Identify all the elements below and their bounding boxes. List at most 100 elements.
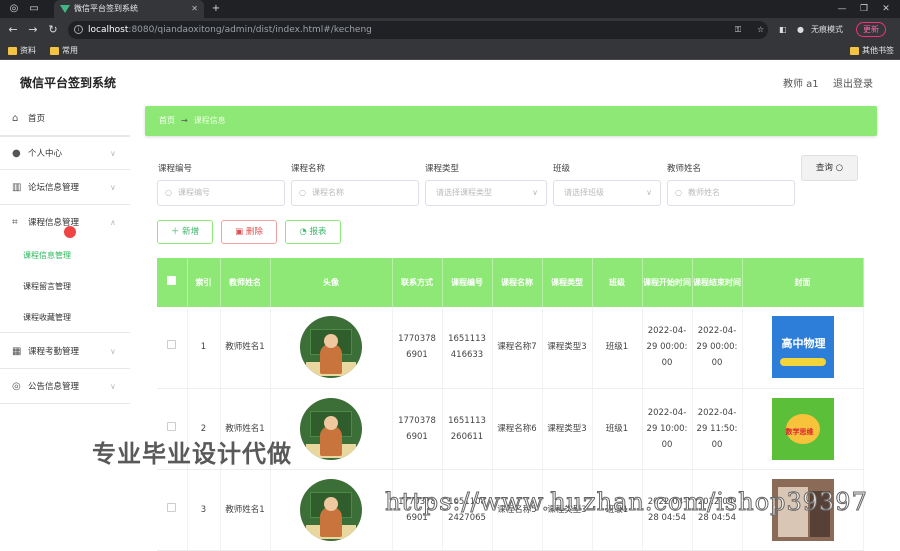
key-icon[interactable]: ⚿ (735, 22, 741, 38)
row-course-no: 1651113416633 (442, 307, 493, 389)
minimize-icon[interactable]: — (830, 0, 854, 18)
submenu-course-favorites[interactable]: 课程收藏管理 (0, 303, 130, 333)
reload-icon[interactable]: ↻ (46, 23, 60, 37)
chevron-down-icon: ∨ (110, 183, 116, 192)
row-index: 1 (187, 307, 221, 389)
app-header: 微信平台签到系统 教师 a1 退出登录 (0, 60, 900, 102)
browser-tab-strip: ◎ ▭ 微信平台签到系统 ✕ + — ❐ ✕ (0, 0, 900, 18)
row-teacher: 教师姓名1 (220, 307, 271, 389)
submenu-course-messages[interactable]: 课程留言管理 (0, 272, 130, 302)
course-no-label: 课程编号 (158, 164, 193, 174)
row-course-type: 课程类型3 (542, 388, 593, 470)
incognito-label: 无痕模式 (811, 25, 843, 34)
sidebar-item-attendance[interactable]: ▦ 课程考勤管理 ∨ (0, 335, 130, 369)
table-row[interactable]: 1 教师姓名1 17703786901 1651113416633 课程名称7 … (157, 307, 864, 389)
other-bookmarks[interactable]: 其他书签 (850, 45, 894, 57)
column-header[interactable]: 课程编号 (442, 258, 493, 307)
column-header[interactable]: 头像 (270, 258, 393, 307)
sidebar-item-home[interactable]: ⌂ 首页 (0, 102, 130, 136)
submenu-course-info[interactable]: 课程信息管理 (0, 241, 130, 271)
sidebar-item-profile[interactable]: ● 个人中心 ∨ (0, 136, 130, 170)
sidebar-item-notice[interactable]: ◎ 公告信息管理 ∨ (0, 370, 130, 404)
row-teacher: 教师姓名1 (220, 469, 271, 551)
overlay-caption: 专业毕业设计代做 (92, 440, 292, 468)
restore-icon[interactable]: ❐ (852, 0, 876, 18)
plus-icon: ＋ (170, 227, 180, 237)
home-icon: ⌂ (12, 113, 19, 124)
site-info-icon[interactable]: i (74, 25, 83, 34)
query-button[interactable]: 查询 ○ (801, 155, 858, 181)
course-type-select[interactable]: 请选择课程类型 ∨ (425, 180, 547, 206)
pie-chart-icon: ◔ (299, 227, 307, 237)
teacher-avatar (300, 397, 362, 460)
course-cover-image: 数学思维 (771, 397, 834, 460)
compass-icon: ◎ (12, 381, 21, 392)
row-end-time: 2022-04-29 00:00:00 (692, 307, 743, 389)
back-icon[interactable]: ← (6, 23, 20, 37)
chart-icon: ▥ (12, 182, 22, 193)
course-name-label: 课程名称 (291, 164, 326, 174)
click-indicator-icon (64, 226, 76, 238)
row-course-no: 1651113260611 (442, 388, 493, 470)
column-header[interactable]: 课程名称 (492, 258, 543, 307)
chevron-down-icon: ∨ (646, 188, 652, 197)
breadcrumb-current: 课程信息 (193, 116, 226, 125)
update-button[interactable]: 更新 (856, 22, 886, 37)
row-course-type: 课程类型3 (542, 307, 593, 389)
overlay-url-watermark: https://www.huzhan.com/ishop39397 (385, 488, 868, 517)
bookmark-star-icon[interactable]: ☆ (757, 22, 764, 38)
grid-icon: ▦ (12, 346, 22, 357)
browser-menu-icon[interactable]: ◎ (8, 3, 20, 15)
row-checkbox[interactable] (167, 502, 177, 512)
class-label: 班级 (553, 164, 571, 174)
new-tab-icon[interactable]: + (210, 3, 222, 15)
column-header[interactable]: 班级 (592, 258, 643, 307)
bookmark-folder[interactable]: 常用 (50, 45, 78, 57)
class-select[interactable]: 请选择班级 ∨ (553, 180, 661, 206)
crop-icon: ⌗ (12, 217, 18, 228)
course-name-input[interactable]: ○ 课程名称 (291, 180, 419, 206)
column-header[interactable]: 索引 (187, 258, 221, 307)
browser-tab[interactable]: 微信平台签到系统 ✕ (54, 0, 204, 18)
current-user: 教师 a1 (783, 79, 819, 90)
chevron-down-icon: ∨ (110, 149, 116, 158)
column-header[interactable]: 课程开始时间 (642, 258, 693, 307)
trash-icon: ▣ (235, 227, 244, 237)
forward-icon[interactable]: → (26, 23, 40, 37)
breadcrumb-arrow: → (181, 116, 188, 125)
report-button[interactable]: ◔ 报表 (285, 220, 341, 244)
bookmark-folder[interactable]: 资料 (8, 45, 36, 57)
course-no-input[interactable]: ○ 课程编号 (157, 180, 285, 206)
search-icon: ○ (299, 188, 306, 197)
row-class: 班级1 (592, 307, 643, 389)
teacher-name-input[interactable]: ○ 教师姓名 (667, 180, 795, 206)
delete-button[interactable]: ▣ 删除 (221, 220, 277, 244)
row-course-name: 课程名称6 (492, 388, 543, 470)
column-header[interactable]: 课程结束时间 (692, 258, 743, 307)
column-header[interactable]: 联系方式 (392, 258, 443, 307)
breadcrumb-home[interactable]: 首页 (159, 116, 175, 125)
row-index: 3 (187, 469, 221, 551)
teacher-avatar (300, 316, 362, 379)
row-end-time: 2022-04-29 11:50:00 (692, 388, 743, 470)
url-field[interactable]: i localhost:8080/qiandaoxitong/admin/dis… (68, 21, 768, 39)
add-button[interactable]: ＋ 新增 (157, 220, 213, 244)
chevron-down-icon: ∨ (532, 188, 538, 197)
row-checkbox[interactable] (167, 421, 177, 431)
row-class: 班级1 (592, 388, 643, 470)
column-header[interactable]: 教师姓名 (220, 258, 271, 307)
logout-link[interactable]: 退出登录 (833, 75, 873, 90)
row-phone: 17703786901 (392, 307, 443, 389)
side-panel-icon[interactable]: ◧ (779, 22, 787, 38)
close-window-icon[interactable]: ✕ (874, 0, 898, 18)
tab-search-icon[interactable]: ▭ (28, 3, 40, 15)
close-tab-icon[interactable]: ✕ (191, 0, 198, 18)
column-header[interactable]: 课程类型 (542, 258, 593, 307)
sidebar-item-forum[interactable]: ▥ 论坛信息管理 ∨ (0, 171, 130, 205)
user-icon: ● (12, 148, 21, 159)
select-all-checkbox[interactable] (157, 258, 188, 307)
column-header[interactable]: 封面 (742, 258, 864, 307)
course-type-label: 课程类型 (425, 164, 460, 174)
row-checkbox[interactable] (167, 340, 177, 350)
search-icon: ○ (165, 188, 172, 197)
